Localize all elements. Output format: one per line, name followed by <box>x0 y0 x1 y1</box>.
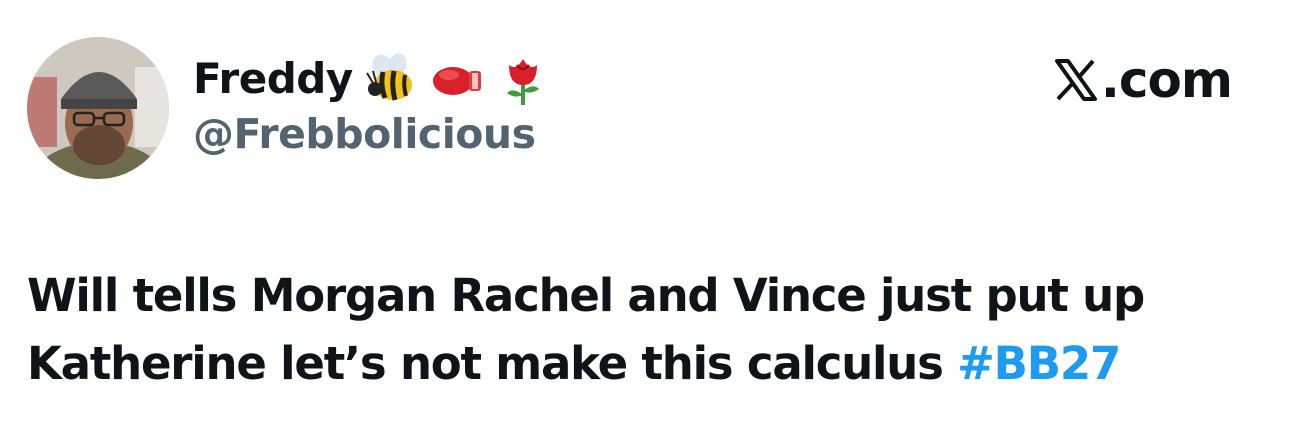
author-handle[interactable]: @Frebbolicious <box>193 114 536 155</box>
rose-icon <box>495 51 551 107</box>
brand-domain-label: .com <box>1100 51 1233 109</box>
x-logo-icon <box>1053 57 1099 103</box>
tweet-line-2: Katherine let’s not make this calculus #… <box>27 330 1267 398</box>
avatar-photo <box>27 37 169 179</box>
brand-watermark: .com <box>1053 51 1233 109</box>
avatar[interactable] <box>27 37 169 179</box>
author-name-row[interactable]: Freddy <box>193 48 551 110</box>
hashtag-link[interactable]: #BB27 <box>957 337 1121 390</box>
bee-icon <box>363 51 419 107</box>
tweet-line-2-text: Katherine let’s not make this calculus <box>27 337 944 390</box>
tweet-line-1: Will tells Morgan Rachel and Vince just … <box>27 269 1145 322</box>
author-display-name[interactable]: Freddy <box>193 58 353 100</box>
tweet-body: Will tells Morgan Rachel and Vince just … <box>27 262 1267 398</box>
boxing-glove-icon <box>429 51 485 107</box>
